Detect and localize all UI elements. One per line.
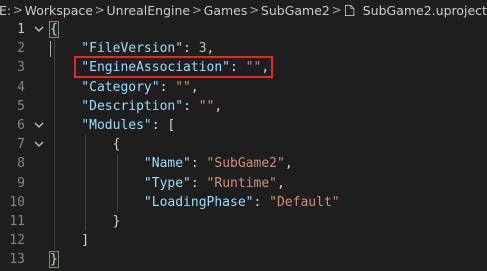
json-punctuation: :: [159, 79, 176, 95]
json-string: "SubGame2": [206, 156, 285, 172]
line-code: "Modules": [: [50, 116, 175, 135]
json-punctuation: :: [183, 98, 199, 114]
line-code: }: [49, 250, 59, 269]
json-string: "": [175, 79, 191, 95]
json-punctuation: {: [50, 137, 121, 153]
line-number: 7: [17, 137, 25, 153]
json-punctuation: ,: [277, 175, 285, 191]
json-punctuation: }: [50, 214, 121, 229]
chevron-right-icon: >: [331, 3, 342, 17]
breadcrumb-file[interactable]: SubGame2.uproject: [363, 3, 487, 18]
code-line[interactable]: 5 "Description": "",: [0, 97, 487, 116]
line-number: 5: [17, 98, 25, 114]
json-key: "FileVersion": [50, 41, 184, 57]
breadcrumb-item-workspace[interactable]: Workspace: [25, 3, 93, 18]
json-key: "Type": [50, 175, 191, 191]
line-code: "Name": "SubGame2",: [50, 154, 293, 173]
json-key: "Name": [50, 156, 191, 172]
line-number: 8: [17, 156, 25, 172]
code-line[interactable]: 10 "LoadingPhase": "Default": [0, 193, 487, 212]
line-number: 4: [17, 79, 25, 95]
code-line[interactable]: 11 }: [0, 212, 487, 231]
json-punctuation: ,: [190, 79, 199, 95]
json-punctuation: :: [253, 194, 270, 210]
file-icon: [345, 4, 355, 16]
line-number: 13: [9, 252, 25, 268]
code-line[interactable]: 12 ]: [0, 231, 487, 250]
chevron-right-icon: >: [12, 3, 23, 17]
code-line[interactable]: 8 "Name": "SubGame2",: [0, 154, 487, 173]
highlight-annotation-box: [74, 56, 273, 78]
line-code: {: [50, 135, 121, 154]
json-key: "Category": [50, 79, 160, 95]
line-code: "LoadingPhase": "Default": [50, 193, 340, 212]
text-cursor: [50, 41, 51, 57]
breadcrumb: E: > Workspace > UnrealEngine > Games > SubGame2…: [0, 0, 487, 20]
line-code: "Type": "Runtime",: [50, 174, 285, 193]
chevron-down-icon[interactable]: [32, 135, 46, 154]
json-punctuation: :: [190, 175, 207, 191]
code-line[interactable]: 13}: [0, 250, 487, 269]
line-number: 3: [17, 60, 25, 76]
json-punctuation: ,: [214, 98, 223, 114]
breadcrumb-item-games[interactable]: Games: [204, 3, 248, 18]
breadcrumb-item-subgame2[interactable]: SubGame2: [261, 3, 330, 18]
line-code: {: [49, 20, 59, 39]
code-line[interactable]: 1{: [0, 20, 487, 39]
chevron-right-icon: >: [191, 3, 202, 17]
json-punctuation: :: [190, 156, 207, 172]
breadcrumb-item-unrealengine[interactable]: UnrealEngine: [107, 3, 191, 18]
line-number: 9: [17, 175, 25, 191]
code-line[interactable]: 4 "Category": "",: [0, 78, 487, 97]
json-punctuation: : [: [151, 118, 176, 133]
json-punctuation: }: [49, 251, 59, 269]
json-punctuation: ,: [284, 156, 293, 172]
json-punctuation: ,: [206, 41, 215, 57]
code-line[interactable]: 9 "Type": "Runtime",: [0, 174, 487, 193]
json-key: "Modules": [50, 118, 152, 133]
json-punctuation: :: [183, 41, 199, 57]
line-number: 10: [9, 194, 25, 210]
line-code: "Description": "",: [50, 97, 222, 116]
chevron-down-icon[interactable]: [32, 116, 46, 135]
code-editor-window: E: > Workspace > UnrealEngine > Games > SubGame2…: [0, 0, 487, 271]
json-punctuation: ]: [50, 233, 90, 249]
line-number: 12: [9, 233, 25, 249]
line-number: 2: [17, 41, 25, 57]
line-number: 6: [17, 118, 25, 133]
line-number: 11: [9, 214, 25, 229]
chevron-down-icon[interactable]: [32, 20, 46, 39]
chevron-right-icon: >: [249, 3, 260, 17]
json-string: "Default": [269, 194, 340, 210]
line-code: ]: [50, 231, 89, 250]
json-key: "LoadingPhase": [50, 194, 254, 210]
json-string: "": [198, 98, 215, 114]
line-code: }: [50, 212, 121, 231]
json-key: "Description": [50, 98, 184, 114]
json-number: 3: [198, 41, 207, 57]
breadcrumb-item-e[interactable]: E:: [0, 3, 11, 18]
line-code: "Category": "",: [50, 78, 199, 97]
json-string: "Runtime": [206, 175, 277, 191]
line-number: 1: [17, 22, 25, 37]
code-line[interactable]: 6 "Modules": [: [0, 116, 487, 135]
code-line[interactable]: 7 {: [0, 135, 487, 154]
chevron-right-icon: >: [94, 3, 105, 17]
json-punctuation: {: [49, 21, 59, 38]
